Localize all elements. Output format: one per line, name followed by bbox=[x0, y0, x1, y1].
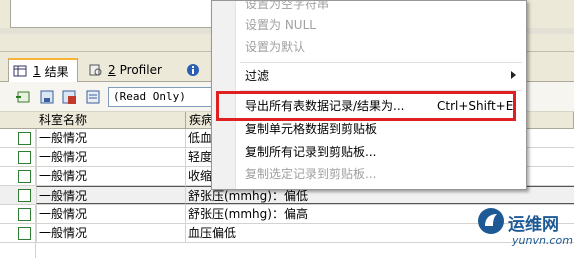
menu-item-set-default[interactable]: 设置为默认 bbox=[245, 36, 305, 58]
read-mode-select[interactable]: (Read Only) bbox=[108, 87, 212, 107]
tab-results-number: 1 bbox=[33, 64, 41, 78]
tab-results[interactable]: 1 结果 bbox=[8, 58, 78, 82]
tab-info[interactable] bbox=[182, 58, 210, 82]
profiler-icon bbox=[89, 64, 102, 76]
submenu-arrow-icon bbox=[511, 71, 516, 79]
column-header-dept[interactable]: 科室名称 bbox=[36, 112, 186, 129]
watermark-url: yunvn.com bbox=[512, 234, 573, 247]
menu-item-filter[interactable]: 过滤 bbox=[245, 65, 269, 87]
row-checkbox[interactable] bbox=[18, 227, 31, 240]
cell-dept[interactable]: 一般情况 bbox=[36, 148, 186, 166]
highlight-annotation-box bbox=[216, 91, 516, 121]
tab-results-label: 结果 bbox=[44, 64, 69, 79]
grid-icon bbox=[13, 65, 27, 77]
tab-profiler-label: Profiler bbox=[119, 63, 162, 77]
menu-item-copy-selected-records[interactable]: 复制选定记录到剪贴板... bbox=[245, 163, 376, 185]
cell-dept[interactable]: 一般情况 bbox=[36, 167, 186, 185]
cell-dept[interactable]: 一般情况 bbox=[36, 129, 186, 147]
refresh-icon[interactable] bbox=[84, 88, 102, 106]
cell-dept[interactable]: 一般情况 bbox=[36, 224, 186, 242]
context-menu: 设置为空字符串 设置为 NULL 设置为默认 过滤 导出所有表数据记录/结果为.… bbox=[211, 0, 527, 190]
watermark-logo-icon bbox=[478, 208, 504, 234]
query-editor[interactable] bbox=[10, 0, 220, 28]
row-checkbox[interactable] bbox=[18, 170, 31, 183]
row-checkbox[interactable] bbox=[18, 189, 31, 202]
row-checkbox[interactable] bbox=[18, 208, 31, 221]
watermark-title: 运维网 bbox=[508, 215, 559, 235]
watermark: 运维网 yunvn.com bbox=[476, 206, 573, 256]
row-checkbox[interactable] bbox=[18, 132, 31, 145]
menu-item-copy-all-records[interactable]: 复制所有记录到剪贴板... bbox=[245, 141, 376, 163]
insert-row-icon[interactable] bbox=[14, 88, 32, 106]
tab-profiler-number: 2 bbox=[108, 63, 116, 77]
delete-rows-icon[interactable] bbox=[60, 88, 78, 106]
cell-dept[interactable]: 一般情况 bbox=[36, 205, 186, 223]
menu-item-copy-cell[interactable]: 复制单元格数据到剪贴板 bbox=[245, 118, 377, 140]
tab-profiler[interactable]: 2 Profiler bbox=[84, 58, 180, 82]
cell-dept[interactable]: 一般情况 bbox=[36, 186, 186, 204]
menu-separator bbox=[240, 62, 522, 63]
save-rows-icon[interactable] bbox=[38, 88, 56, 106]
menu-item-set-null[interactable]: 设置为 NULL bbox=[245, 14, 316, 36]
row-checkbox[interactable] bbox=[18, 151, 31, 164]
menu-item-set-empty-string[interactable]: 设置为空字符串 bbox=[245, 0, 329, 15]
info-icon bbox=[187, 64, 199, 76]
